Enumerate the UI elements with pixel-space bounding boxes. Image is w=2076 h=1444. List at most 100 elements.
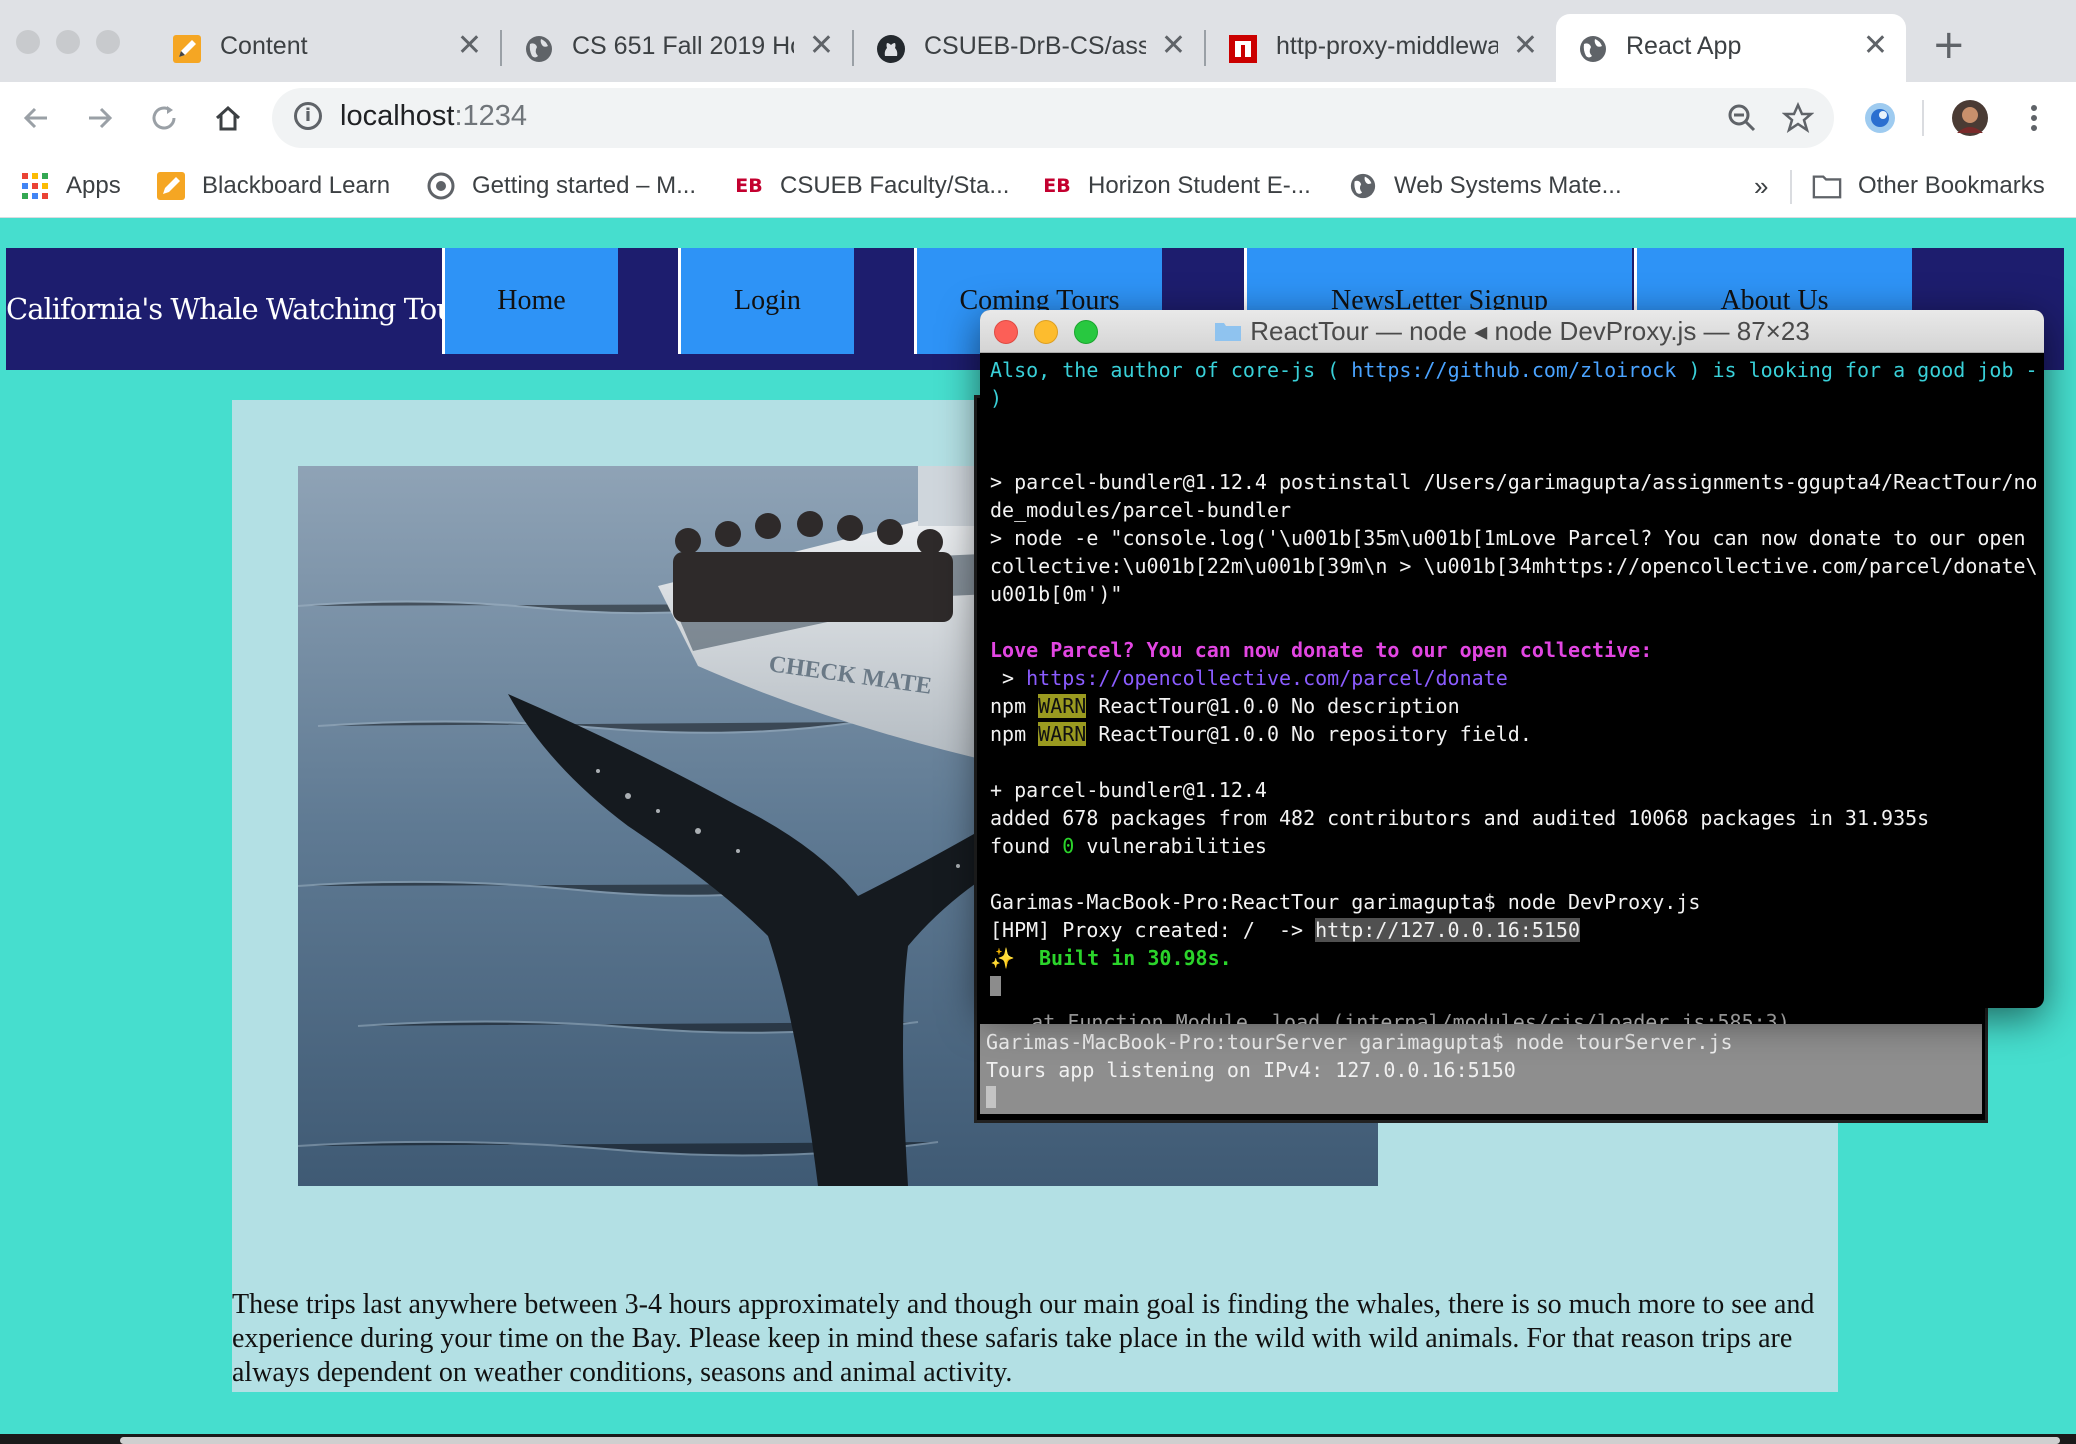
tab-cs651[interactable]: CS 651 Fall 2019 Home ✕ [502,14,852,82]
nav-home[interactable]: Home [442,248,618,354]
close-icon[interactable]: ✕ [457,28,482,63]
terminal-text: > [990,666,1027,690]
other-bookmarks-folder[interactable]: Other Bookmarks [1812,166,2045,206]
terminal-output: Also, the author of core-js ( https://gi… [990,356,2036,996]
warn-badge: WARN [1038,722,1087,746]
npm-label: npm [990,722,1027,746]
bookmark-web-systems[interactable]: Web Systems Mate... [1348,166,1622,206]
terminal-line: collective:\u001b[22m\u001b[39m\n > \u00… [990,554,2036,578]
terminal-line: npm WARN ReactTour@1.0.0 No description [990,692,2036,720]
pencil-icon [173,35,201,63]
eb-icon: EB [735,175,763,197]
forward-arrow-icon[interactable] [80,98,120,138]
tab-title: http-proxy-middleware [1276,32,1498,60]
terminal-titlebar[interactable]: ReactTour — node ◂ node DevProxy.js — 87… [980,310,2044,353]
globe-icon [1580,36,1606,62]
bookmark-label: Blackboard Learn [202,172,391,199]
close-icon[interactable]: ✕ [1513,28,1538,63]
toolbar-divider [1922,100,1924,136]
browser-toolbar: i localhost:1234 [0,82,2076,156]
url-port: :1234 [454,100,528,132]
reload-icon[interactable] [144,98,184,138]
tab-react-app[interactable]: React App ✕ [1556,14,1906,82]
url-text[interactable]: localhost:1234 [340,100,527,133]
tab-content[interactable]: Content ✕ [150,14,500,82]
tab-title: CSUEB-DrB-CS/assignments [924,32,1146,60]
pencil-icon [156,171,186,201]
terminal-line: [HPM] Proxy created: / -> http://127.0.0… [990,916,2036,944]
terminal-link[interactable]: https://opencollective.com/parcel/donate [1026,666,1508,690]
terminal-line: ✨ Built in 30.98s. [990,944,2036,972]
extension-icon[interactable] [1860,98,1900,138]
address-bar[interactable]: i localhost:1234 [272,88,1834,148]
terminal-line: npm WARN ReactTour@1.0.0 No repository f… [990,720,2036,748]
tab-npm[interactable]: http-proxy-middleware ✕ [1206,14,1556,82]
terminal-text: ReactTour@1.0.0 No description [1086,694,1460,718]
bookmark-horizon[interactable]: EB Horizon Student E-... [1042,166,1311,206]
zoom-out-icon[interactable] [1722,98,1762,138]
terminal-text: ) is looking for a good job - [1676,358,2036,382]
bookmarks-overflow-button[interactable]: » [1754,166,1768,206]
terminal-line: added 678 packages from 482 contributors… [990,806,1930,830]
bookmark-label: Other Bookmarks [1858,172,2045,199]
close-icon[interactable]: ✕ [1863,28,1888,63]
terminal-line [990,972,2036,996]
terminal-line: + parcel-bundler@1.12.4 [990,778,1267,802]
bookmark-apps[interactable]: Apps [20,166,121,206]
new-tab-button[interactable]: + [1932,22,1966,68]
terminal-line: u001b[0m')" [990,582,1123,606]
close-icon[interactable]: ✕ [809,28,834,63]
bookmark-getting-started[interactable]: Getting started – M... [426,166,696,206]
terminal-line: de_modules/parcel-bundler [990,498,1292,522]
github-icon [877,35,905,63]
window-close-light[interactable] [16,30,40,54]
folder-icon [1214,312,1242,354]
terminal-cursor [986,1086,996,1108]
bookmark-label: Getting started – M... [472,172,697,199]
terminal-text: found [990,834,1063,858]
terminal-line: > https://opencollective.com/parcel/dona… [990,664,2036,692]
terminal-link[interactable]: https://github.com/zloirock [1351,358,1676,382]
window-minimize-light[interactable] [56,30,80,54]
terminal-window-reacttour[interactable]: ReactTour — node ◂ node DevProxy.js — 87… [980,310,2044,1008]
menu-kebab-icon[interactable] [2014,98,2054,138]
vulnerability-count: 0 [1062,834,1075,858]
terminal-text: ReactTour@1.0.0 No repository field. [1086,722,1532,746]
tab-github[interactable]: CSUEB-DrB-CS/assignments ✕ [854,14,1204,82]
close-icon[interactable]: ✕ [1161,28,1186,63]
back-arrow-icon[interactable] [16,98,56,138]
terminal-line: > node -e "console.log('\u001b[35m\u001b… [990,526,2026,550]
tab-strip: Content ✕ CS 651 Fall 2019 Home ✕ CSUEB-… [0,0,2076,82]
bookmark-label: CSUEB Faculty/Sta... [780,172,1010,199]
horizontal-scrollbar[interactable] [120,1437,2060,1444]
warn-badge: WARN [1038,694,1087,718]
terminal-line: Love Parcel? You can now donate to our o… [990,638,1653,662]
terminal-link[interactable]: http://127.0.0.16:5150 [1315,918,1581,942]
home-icon[interactable] [208,98,248,138]
chromium-icon [426,171,456,201]
terminal-text: Built in 30.98s. [1014,946,1232,970]
tour-description: These trips last anywhere between 3-4 ho… [232,1289,1815,1388]
url-host: localhost [340,100,455,132]
star-icon[interactable] [1778,98,1818,138]
nav-login[interactable]: Login [678,248,854,354]
window-zoom-light[interactable] [96,30,120,54]
terminal-line: ) [990,386,1003,410]
avatar[interactable] [1950,98,1990,138]
terminal-cursor [990,975,1001,996]
tab-title: Content [220,32,308,60]
terminal-title-text: ReactTour — node ◂ node DevProxy.js — 87… [1250,316,1810,346]
bookmark-blackboard[interactable]: Blackboard Learn [156,166,390,206]
site-title: California's Whale Watching Tours [6,292,482,326]
tab-title: React App [1626,32,1742,60]
tab-title: CS 651 Fall 2019 Home [572,32,794,60]
bookmark-csueb-faculty[interactable]: EB CSUEB Faculty/Sta... [734,166,1009,206]
terminal-prompt-line: Garimas-MacBook-Pro:ReactTour garimagupt… [990,890,1701,914]
sparkles-icon: ✨ [990,946,1015,970]
site-info-icon[interactable]: i [294,102,322,130]
